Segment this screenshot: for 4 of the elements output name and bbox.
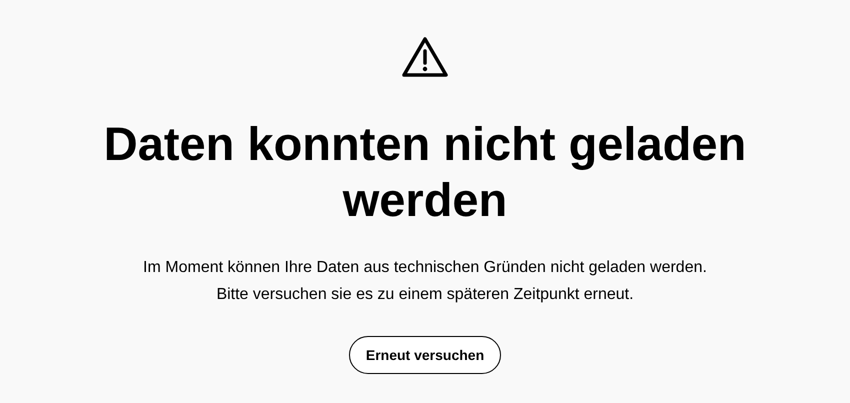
retry-button[interactable]: Erneut versuchen	[349, 336, 501, 374]
warning-icon	[401, 36, 449, 78]
error-message: Im Moment können Ihre Daten aus technischen Gründen nicht geladen werden. Bitte versuchen sie es zu einem späteren Zeitpunkt erneut.	[142, 258, 708, 305]
error-title: Daten konnten nicht geladen werden	[102, 116, 748, 228]
